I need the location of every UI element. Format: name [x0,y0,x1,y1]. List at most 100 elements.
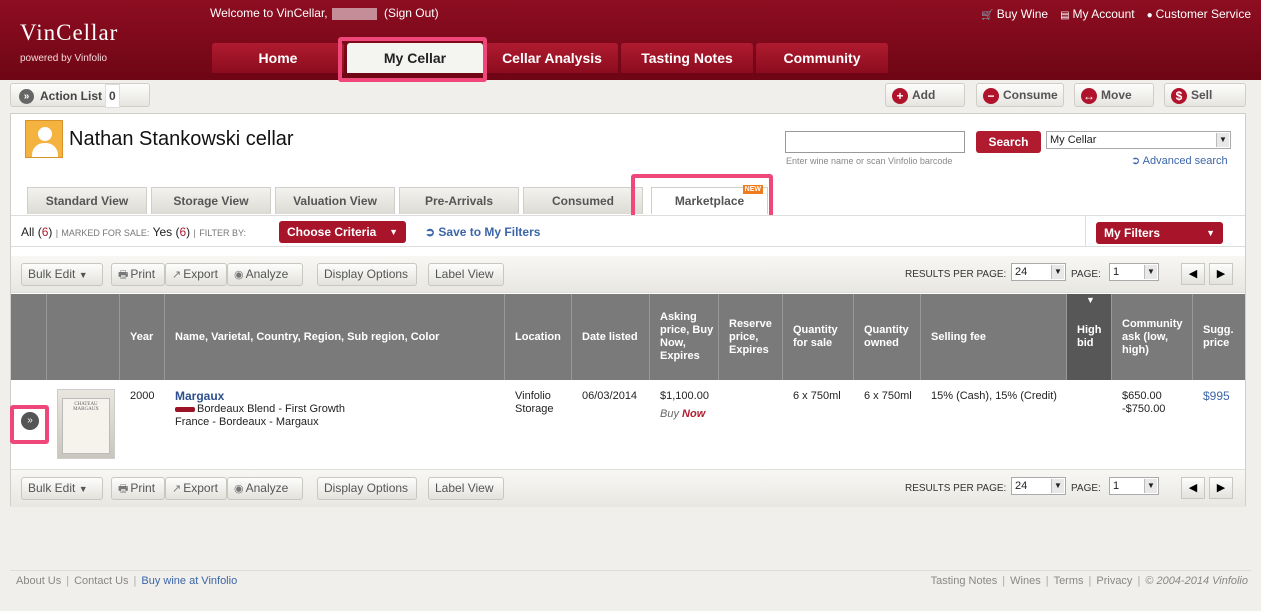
export-button[interactable]: ↗ Export [165,263,227,286]
column-header-year[interactable]: Year [120,294,165,380]
action-list-label: Action List [40,89,102,103]
expand-row-icon[interactable]: » [21,412,39,430]
bulk-edit-dropdown[interactable]: Bulk Edit ▼ [21,263,103,286]
bulk-edit-dropdown[interactable]: Bulk Edit ▼ [21,477,103,500]
column-header-sugg-price[interactable]: Sugg. price [1193,294,1245,380]
column-header-date-listed[interactable]: Date listed [572,294,650,380]
footer-link-terms[interactable]: Terms [1054,575,1084,587]
asking-price-value: $1,100.00 [660,390,709,402]
consume-button[interactable]: − Consume [976,83,1064,107]
page-value: 1 [1113,480,1120,492]
next-page-button[interactable]: ▶ [1209,263,1233,285]
table-toolbar-bottom: Bulk Edit ▼ 🖶 Print ↗ Export ◉ Analyze Disp… [11,470,1245,507]
next-page-button[interactable]: ▶ [1209,477,1233,499]
footer-link-wines[interactable]: Wines [1010,575,1041,587]
caret-down-icon: ▼ [78,484,88,494]
tab-standard-view[interactable]: Standard View [27,187,147,214]
header: VinCellar powered by Vinfolio Welcome to… [0,0,1261,80]
column-header-high-bid[interactable]: ▼ High bid [1067,294,1112,380]
cell-sugg-price[interactable]: $995 [1203,390,1230,403]
buy-wine-link[interactable]: 🛒 Buy Wine [981,7,1048,21]
column-header-image [47,294,120,380]
buy-now-link[interactable]: Buy Now [660,408,709,421]
analyze-circle-icon: ◉ [234,269,244,281]
footer-link-about-us[interactable]: About Us [16,575,61,587]
results-per-page-select[interactable]: 24 ▼ [1011,477,1066,495]
nav-tab-my-cellar[interactable]: My Cellar [347,43,483,73]
results-per-page-select[interactable]: 24 ▼ [1011,263,1066,281]
marked-for-sale-label: MARKED FOR SALE: [61,228,150,238]
column-header-quantity-owned[interactable]: Quantity owned [854,294,921,380]
column-header-quantity-for-sale[interactable]: Quantity for sale [783,294,854,380]
nav-tab-community[interactable]: Community [756,43,888,73]
wine-name-link[interactable]: Margaux [175,390,345,403]
page-select[interactable]: 1 ▼ [1109,477,1159,495]
footer-link-contact-us[interactable]: Contact Us [74,575,128,587]
account-icon: ▤ [1060,10,1070,21]
sign-out-link[interactable]: (Sign Out) [384,6,439,20]
action-list-button[interactable]: » Action List 0 [10,83,150,108]
move-button[interactable]: ↔ Move [1074,83,1154,107]
logo[interactable]: VinCellar [20,20,118,46]
cell-community-ask: $650.00 -$750.00 [1122,390,1166,415]
print-button[interactable]: 🖶 Print [111,477,165,500]
cell-quantity-for-sale: 6 x 750ml [793,390,841,402]
all-filter[interactable]: All [21,225,34,239]
label-view-button[interactable]: Label View [428,477,504,500]
label-view-button[interactable]: Label View [428,263,504,286]
display-options-button[interactable]: Display Options [317,263,417,286]
tab-storage-view[interactable]: Storage View [151,187,271,214]
table-row[interactable]: » CHATEAU MARGAUX 2000 Margaux Bordeaux … [11,380,1245,470]
sell-button[interactable]: $ Sell [1164,83,1246,107]
chevron-right-icon: » [19,89,34,105]
all-count: (6) [37,225,53,239]
tab-pre-arrivals[interactable]: Pre-Arrivals [399,187,519,214]
page-select[interactable]: 1 ▼ [1109,263,1159,281]
analyze-button[interactable]: ◉ Analyze [227,263,303,286]
footer: About Us | Contact Us | Buy wine at Vinfolio… [10,570,1251,592]
advanced-search-link[interactable]: ➲ Advanced search [1131,154,1228,167]
arrow-right-icon: ▶ [1216,482,1226,494]
print-button[interactable]: 🖶 Print [111,263,165,286]
nav-tab-tasting-notes[interactable]: Tasting Notes [621,43,753,73]
my-filters-dropdown[interactable]: My Filters ▼ [1096,222,1223,244]
dollar-icon: $ [1171,87,1187,104]
cellar-select[interactable]: My Cellar ▼ [1046,131,1231,149]
footer-link-buy-wine[interactable]: Buy wine at Vinfolio [141,575,237,587]
column-header-selling-fee[interactable]: Selling fee [921,294,1067,380]
search-button[interactable]: Search [976,131,1041,153]
prev-page-button[interactable]: ◀ [1181,263,1205,285]
nav-tab-cellar-analysis[interactable]: Cellar Analysis [486,43,618,73]
footer-link-tasting-notes[interactable]: Tasting Notes [931,575,998,587]
display-options-button[interactable]: Display Options [317,477,417,500]
analyze-button[interactable]: ◉ Analyze [227,477,303,500]
marked-for-sale-value[interactable]: Yes [153,225,173,239]
divider: | [66,575,70,587]
customer-service-link[interactable]: ● Customer Service [1147,7,1251,21]
column-header-community-ask[interactable]: Community ask (low, high) [1112,294,1193,380]
footer-link-privacy[interactable]: Privacy [1096,575,1132,587]
export-button[interactable]: ↗ Export [165,477,227,500]
search-input[interactable] [785,131,965,153]
tab-consumed[interactable]: Consumed [523,187,643,214]
column-header-reserve-price[interactable]: Reserve price, Expires [719,294,783,380]
chevron-down-icon: ▼ [1144,265,1157,279]
wine-label-image[interactable]: CHATEAU MARGAUX [57,389,115,459]
save-to-my-filters-link[interactable]: ➲ Save to My Filters [425,225,540,239]
nav-tab-home[interactable]: Home [212,43,344,73]
add-button[interactable]: + Add [885,83,965,107]
choose-criteria-dropdown[interactable]: Choose Criteria ▼ [279,221,406,243]
action-bar: » Action List 0 + Add − Consume ↔ Move $ Sell [0,80,1261,110]
chevron-down-icon: ▼ [1144,479,1157,493]
tab-valuation-view[interactable]: Valuation View [275,187,395,214]
print-label: Print [130,481,156,495]
column-header-location[interactable]: Location [505,294,572,380]
tab-marketplace[interactable]: Marketplace NEW [651,185,768,214]
move-label: Move [1101,88,1132,102]
prev-page-button[interactable]: ◀ [1181,477,1205,499]
my-account-link[interactable]: ▤ My Account [1060,7,1134,21]
export-label: Export [183,267,218,281]
column-header-name[interactable]: Name, Varietal, Country, Region, Sub reg… [165,294,505,380]
column-header-asking-price[interactable]: Asking price, Buy Now, Expires [650,294,719,380]
minus-icon: − [983,87,999,104]
